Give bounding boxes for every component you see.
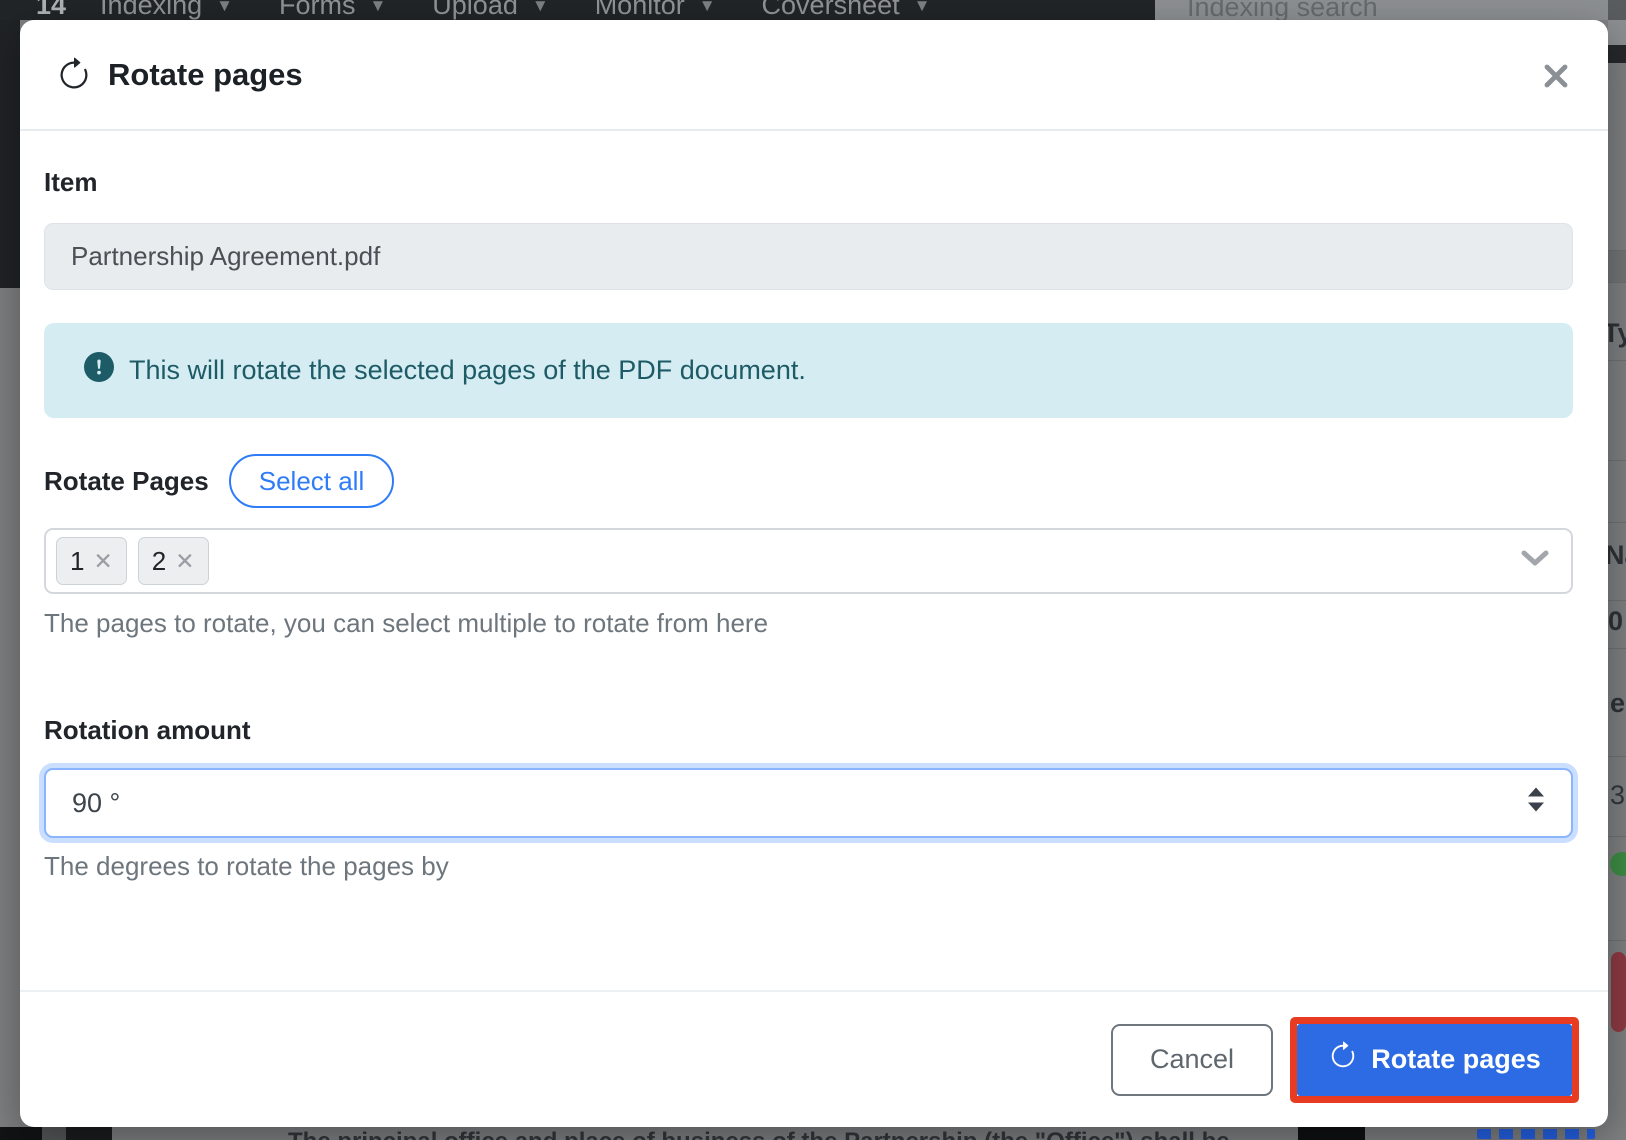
nav-item-monitor[interactable]: Monitor <box>595 0 685 20</box>
pages-multiselect[interactable]: 1 ✕ 2 ✕ <box>44 528 1573 594</box>
modal-title-text: Rotate pages <box>108 57 303 93</box>
select-all-button[interactable]: Select all <box>229 454 395 508</box>
nav-item-coversheet[interactable]: Coversheet <box>762 0 900 20</box>
close-icon[interactable] <box>1538 58 1574 94</box>
modal-header: Rotate pages <box>20 20 1608 131</box>
nav-item-upload[interactable]: Upload <box>432 0 518 20</box>
rotation-amount-select[interactable]: 90 ° <box>44 768 1573 838</box>
nav-badge: 14 <box>36 0 66 20</box>
background-left-strip <box>0 20 20 1127</box>
bg-blue-text-fragment <box>1477 1129 1595 1139</box>
page-tag: 1 ✕ <box>56 537 127 585</box>
nav-item-forms[interactable]: Forms <box>279 0 356 20</box>
nav-item-indexing[interactable]: Indexing <box>100 0 202 20</box>
bg-fragment-e: e <box>1610 688 1625 719</box>
remove-tag-icon[interactable]: ✕ <box>175 550 194 573</box>
indexing-search-input[interactable]: Indexing search <box>1155 0 1608 20</box>
page-tag-value: 1 <box>70 546 84 577</box>
chevron-down-icon <box>1521 550 1549 572</box>
chevron-down-icon: ▼ <box>914 0 931 16</box>
chevron-down-icon: ▼ <box>699 0 716 16</box>
page-tag-value: 2 <box>152 546 166 577</box>
chevron-down-icon: ▼ <box>369 0 386 16</box>
chevron-down-icon: ▼ <box>216 0 233 16</box>
rotation-amount-label: Rotation amount <box>44 715 1573 746</box>
exclamation-circle-icon <box>84 352 114 389</box>
rotate-pages-button-label: Rotate pages <box>1371 1044 1541 1075</box>
cancel-button[interactable]: Cancel <box>1111 1024 1273 1096</box>
pages-help-text: The pages to rotate, you can select mult… <box>44 608 1573 639</box>
bg-fragment-na: Na <box>1608 540 1626 571</box>
click-highlight-frame: Rotate pages <box>1290 1017 1579 1103</box>
modal-footer: Cancel Rotate pages <box>20 990 1608 1127</box>
bg-fragment-3: 3 <box>1610 780 1625 811</box>
background-navbar: 14 Indexing ▼ Forms ▼ Upload ▼ Monitor ▼ Cov… <box>0 0 1155 20</box>
rotation-amount-value: 90 ° <box>72 788 120 819</box>
bg-maroon-bar <box>1611 952 1626 1032</box>
rotate-pages-button[interactable]: Rotate pages <box>1297 1024 1572 1096</box>
info-alert-text: This will rotate the selected pages of t… <box>129 355 806 386</box>
rotate-clockwise-icon <box>1328 1041 1358 1078</box>
bg-fragment-ty: Ty <box>1608 318 1626 349</box>
background-right-strip: Ty Na 0 e 3 <box>1608 0 1626 1140</box>
rotation-help-text: The degrees to rotate the pages by <box>44 851 1573 882</box>
select-updown-icon <box>1525 786 1547 821</box>
item-label: Item <box>44 167 1573 198</box>
rotate-pages-modal: Rotate pages Item This will rotate the s… <box>20 20 1608 1127</box>
bg-document-text: The principal office and place of busine… <box>288 1128 1230 1140</box>
rotate-pages-label: Rotate Pages <box>44 466 209 497</box>
item-field <box>44 223 1573 290</box>
chevron-down-icon: ▼ <box>532 0 549 16</box>
modal-body: Item This will rotate the selected pages… <box>20 167 1608 882</box>
rotate-clockwise-icon <box>56 57 92 93</box>
remove-tag-icon[interactable]: ✕ <box>93 550 112 573</box>
page-tag: 2 ✕ <box>138 537 209 585</box>
search-placeholder: Indexing search <box>1187 0 1378 20</box>
modal-title: Rotate pages <box>56 57 303 93</box>
bg-green-dot <box>1610 852 1626 876</box>
info-alert: This will rotate the selected pages of t… <box>44 323 1573 418</box>
bg-fragment-0: 0 <box>1608 606 1623 637</box>
background-bottom-strip: The principal office and place of busine… <box>0 1127 1626 1140</box>
